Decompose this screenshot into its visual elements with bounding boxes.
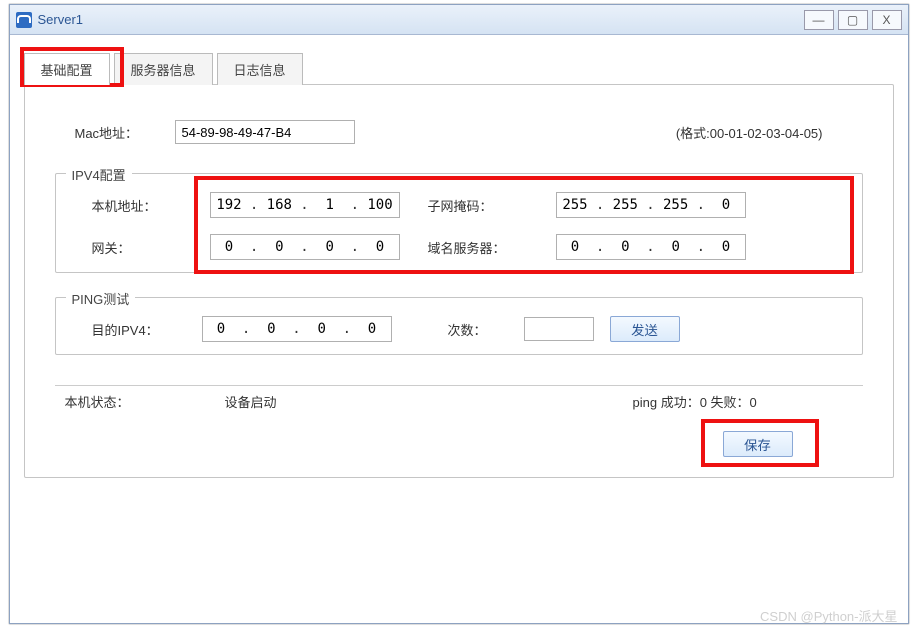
dns-label: 域名服务器：: [428, 238, 538, 257]
tab-server-info[interactable]: 服务器信息: [114, 53, 213, 85]
ip-octet[interactable]: [213, 197, 245, 213]
client-area: 基础配置 服务器信息 日志信息 Mac地址： (格式:00-01-02-03-0…: [10, 35, 908, 486]
ping-count-label: 次数：: [448, 320, 508, 339]
ip-octet[interactable]: [609, 239, 641, 255]
close-button[interactable]: X: [872, 10, 902, 30]
tab-panel: Mac地址： (格式:00-01-02-03-04-05) IPV4配置 本机地…: [24, 84, 894, 478]
ip-octet[interactable]: [710, 197, 742, 213]
window-title: Server1: [38, 12, 800, 27]
maximize-button[interactable]: ▢: [838, 10, 868, 30]
ip-octet[interactable]: [205, 321, 237, 337]
ip-octet[interactable]: [213, 239, 245, 255]
ip-octet[interactable]: [559, 239, 591, 255]
ip-octet[interactable]: [356, 321, 388, 337]
ip-octet[interactable]: [559, 197, 591, 213]
ip-octet[interactable]: [263, 197, 295, 213]
save-button[interactable]: 保存: [723, 431, 793, 457]
ip-octet[interactable]: [364, 239, 396, 255]
ip-octet[interactable]: [314, 239, 346, 255]
dns-input[interactable]: . . .: [556, 234, 746, 260]
status-value: 设备启动: [225, 392, 633, 411]
send-button[interactable]: 发送: [610, 316, 680, 342]
ip-octet[interactable]: [660, 239, 692, 255]
ip-octet[interactable]: [314, 197, 346, 213]
tab-strip: 基础配置 服务器信息 日志信息: [24, 53, 894, 85]
ip-octet[interactable]: [306, 321, 338, 337]
ip-octet[interactable]: [660, 197, 692, 213]
ping-target-input[interactable]: . . .: [202, 316, 392, 342]
tab-log-info[interactable]: 日志信息: [217, 53, 303, 85]
tab-basic-config[interactable]: 基础配置: [24, 53, 110, 85]
window-controls: — ▢ X: [800, 10, 902, 30]
ping-result: ping 成功：0 失败：0: [633, 392, 853, 411]
ipv4-group: IPV4配置 本机地址： . . . 子网掩码： . . .: [55, 173, 863, 273]
mac-format-hint: (格式:00-01-02-03-04-05): [676, 123, 823, 142]
mask-label: 子网掩码：: [428, 196, 538, 215]
ping-legend: PING测试: [66, 289, 136, 308]
local-ip-label: 本机地址：: [92, 196, 192, 215]
ping-group: PING测试 目的IPV4： . . . 次数： 发送: [55, 297, 863, 355]
watermark-text: CSDN @Python-派大星: [760, 606, 897, 625]
ping-count-input[interactable]: [524, 317, 594, 341]
save-row: 保存: [55, 417, 863, 467]
ip-octet[interactable]: [255, 321, 287, 337]
mac-row: Mac地址： (格式:00-01-02-03-04-05): [55, 115, 863, 149]
title-bar: Server1 — ▢ X: [10, 5, 908, 35]
minimize-button[interactable]: —: [804, 10, 834, 30]
ipv4-legend: IPV4配置: [66, 165, 132, 184]
ip-octet[interactable]: [263, 239, 295, 255]
gateway-label: 网关：: [92, 238, 192, 257]
status-bar: 本机状态： 设备启动 ping 成功：0 失败：0: [55, 385, 863, 417]
ping-target-label: 目的IPV4：: [92, 320, 186, 339]
mac-input[interactable]: [175, 120, 355, 144]
status-label: 本机状态：: [65, 392, 225, 411]
mac-label: Mac地址：: [55, 123, 175, 142]
gateway-input[interactable]: . . .: [210, 234, 400, 260]
app-window: Server1 — ▢ X 基础配置 服务器信息 日志信息 Mac地址： (格式…: [9, 4, 909, 624]
local-ip-input[interactable]: . . .: [210, 192, 400, 218]
ip-octet[interactable]: [710, 239, 742, 255]
ip-octet[interactable]: [364, 197, 396, 213]
ip-octet[interactable]: [609, 197, 641, 213]
app-icon: [16, 12, 32, 28]
mask-input[interactable]: . . .: [556, 192, 746, 218]
